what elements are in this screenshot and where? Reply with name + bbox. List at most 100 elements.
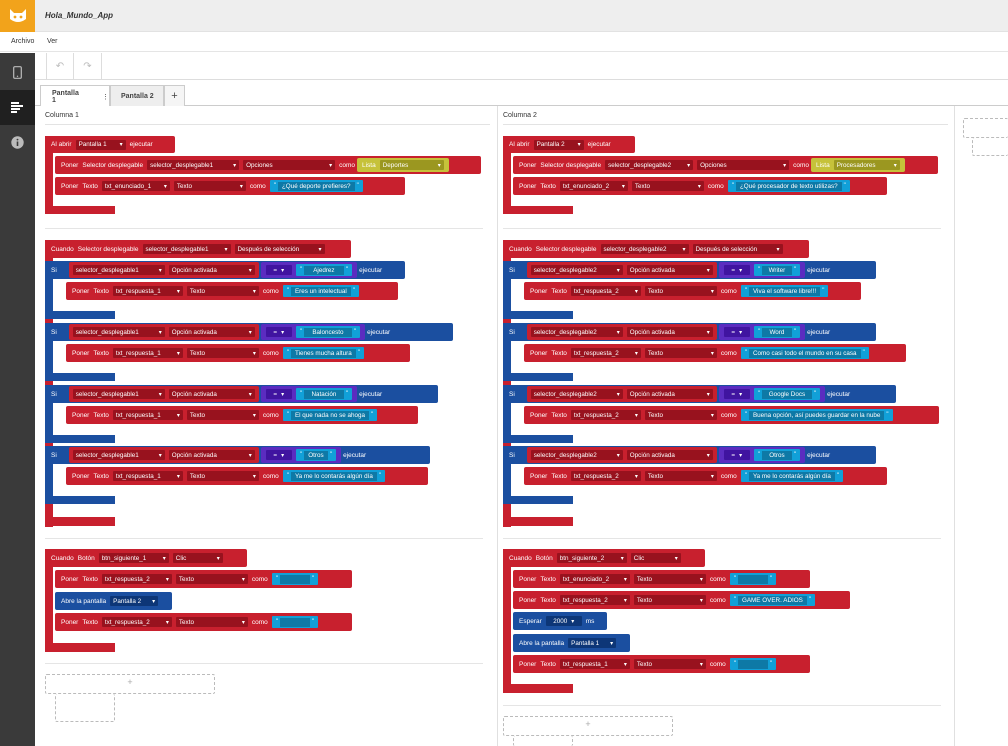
compare-block[interactable]: ="Natación" <box>260 386 358 402</box>
component-dropdown[interactable]: btn_siguiente_2 <box>556 553 627 563</box>
compare-block[interactable]: ="Otros" <box>718 447 806 463</box>
set-text-block[interactable]: Poner Texto txt_respuesta_2 Texto como "… <box>55 613 352 631</box>
property-dropdown[interactable]: Texto <box>186 410 259 420</box>
property-dropdown[interactable]: Texto <box>644 286 717 296</box>
component-dropdown[interactable]: selector_desplegable2 <box>530 389 623 399</box>
wait-block[interactable]: Esperar 2000 ms <box>513 612 607 630</box>
list-block[interactable]: Lista Deportes <box>356 158 449 172</box>
component-dropdown[interactable]: txt_respuesta_1 <box>112 348 183 358</box>
text-literal[interactable]: " " <box>271 616 319 628</box>
get-property-block[interactable]: selector_desplegable2Opción activada <box>526 386 717 402</box>
menu-archivo[interactable]: Archivo <box>11 38 34 45</box>
set-list-block[interactable]: Poner Selector desplegable selector_desp… <box>513 156 938 174</box>
component-dropdown[interactable]: selector_desplegable1 <box>72 389 165 399</box>
text-literal[interactable]: " Writer " <box>753 264 801 276</box>
property-dropdown[interactable]: Texto <box>644 471 717 481</box>
component-dropdown[interactable]: selector_desplegable2 <box>600 244 689 254</box>
open-screen-block[interactable]: Abre la pantalla Pantalla 1 <box>513 634 630 652</box>
event-dropdown[interactable]: Clic <box>630 553 681 563</box>
get-property-block[interactable]: selector_desplegable2Opción activada <box>526 262 717 278</box>
property-dropdown[interactable]: Texto <box>644 348 717 358</box>
set-text-block[interactable]: PonerTextotxt_respuesta_1Textocomo"Tiene… <box>66 344 410 362</box>
if-header[interactable]: Siselector_desplegable1Opción activada="… <box>45 261 405 279</box>
text-value-empty[interactable] <box>279 574 310 584</box>
compare-block[interactable]: ="Writer" <box>718 262 806 278</box>
text-literal[interactable]: " Ya me lo contarás algún día " <box>740 470 844 482</box>
property-dropdown[interactable]: Texto <box>175 574 248 584</box>
component-dropdown[interactable]: txt_respuesta_2 <box>101 574 172 584</box>
operator-dropdown[interactable]: = <box>265 327 292 337</box>
text-value[interactable]: ¿Qué procesador de texto utilizas? <box>735 181 842 191</box>
component-dropdown[interactable]: txt_respuesta_1 <box>112 410 183 420</box>
if-header[interactable]: Siselector_desplegable1Opción activada="… <box>45 323 453 341</box>
text-value[interactable]: Word <box>761 327 792 337</box>
component-dropdown[interactable]: txt_respuesta_2 <box>570 410 641 420</box>
set-list-block[interactable]: Poner Selector desplegable selector_desp… <box>55 156 481 174</box>
component-dropdown[interactable]: txt_respuesta_2 <box>570 348 641 358</box>
property-dropdown[interactable]: Texto <box>175 617 248 627</box>
text-literal[interactable]: " El que nada no se ahoga " <box>282 409 378 421</box>
redo-button[interactable]: ↷ <box>74 53 102 79</box>
property-dropdown[interactable]: Opción activada <box>168 450 255 460</box>
component-dropdown[interactable]: txt_enunciado_1 <box>101 181 170 191</box>
tab-pantalla-2[interactable]: Pantalla 2 <box>110 85 164 106</box>
add-tab-button[interactable]: + <box>164 85 185 106</box>
text-value[interactable]: Google Docs <box>761 389 812 399</box>
screen-dropdown[interactable]: Pantalla 2 <box>110 596 159 606</box>
screen-dropdown[interactable]: Pantalla 1 <box>568 638 617 648</box>
component-dropdown[interactable]: selector_desplegable2 <box>530 327 623 337</box>
empty-block-slot[interactable]: + <box>503 716 673 736</box>
set-text-block[interactable]: Poner Texto txt_enunciado_2 Texto como "… <box>513 570 810 588</box>
property-dropdown[interactable]: Texto <box>633 574 706 584</box>
set-text-block[interactable]: Poner Texto txt_enunciado_2 Texto como "… <box>513 177 887 195</box>
get-property-block[interactable]: selector_desplegable1Opción activada <box>68 386 259 402</box>
set-text-block[interactable]: Poner Texto txt_respuesta_1 Texto como "… <box>513 655 810 673</box>
text-literal[interactable]: " " <box>271 573 319 585</box>
property-dropdown[interactable]: Texto <box>631 181 704 191</box>
list-dropdown[interactable]: Deportes <box>379 160 444 170</box>
property-dropdown[interactable]: Opción activada <box>168 389 255 399</box>
text-literal[interactable]: " Word " <box>753 326 801 338</box>
set-text-block[interactable]: PonerTextotxt_respuesta_1Textocomo"El qu… <box>66 406 418 424</box>
text-literal[interactable]: " ¿Qué deporte prefieres? " <box>269 180 363 192</box>
screen-dropdown[interactable]: Pantalla 2 <box>533 139 584 150</box>
component-dropdown[interactable]: btn_siguiente_1 <box>98 553 169 563</box>
text-value[interactable]: ¿Qué deporte prefieres? <box>277 181 355 191</box>
component-dropdown[interactable]: txt_respuesta_1 <box>112 286 183 296</box>
menu-ver[interactable]: Ver <box>47 38 58 45</box>
text-literal[interactable]: " Ya me lo contarás algún día " <box>282 470 386 482</box>
text-literal[interactable]: " Como casi todo el mundo en su casa " <box>740 347 869 359</box>
compare-block[interactable]: ="Baloncesto" <box>260 324 366 340</box>
component-dropdown[interactable]: txt_respuesta_2 <box>559 595 630 605</box>
text-value[interactable]: Viva el software libre!!! <box>748 286 821 296</box>
operator-dropdown[interactable]: = <box>723 265 750 275</box>
property-dropdown[interactable]: Texto <box>186 286 259 296</box>
set-text-block[interactable]: PonerTextotxt_respuesta_1Textocomo"Ya me… <box>66 467 428 485</box>
list-dropdown[interactable]: Procesadores <box>833 160 900 170</box>
operator-dropdown[interactable]: = <box>723 327 750 337</box>
wait-ms-input[interactable]: 2000 <box>545 616 582 626</box>
text-value-empty[interactable] <box>279 617 310 627</box>
component-dropdown[interactable]: selector_desplegable1 <box>72 450 165 460</box>
text-value[interactable]: Baloncesto <box>303 327 352 337</box>
if-header[interactable]: Siselector_desplegable2Opción activada="… <box>503 323 876 341</box>
if-header[interactable]: Siselector_desplegable2Opción activada="… <box>503 261 876 279</box>
component-dropdown[interactable]: txt_enunciado_2 <box>559 574 630 584</box>
block-header[interactable]: Al abrir Pantalla 1 ejecutar <box>45 136 175 153</box>
text-literal[interactable]: " Google Docs " <box>753 388 821 400</box>
block-header[interactable]: Cuando Selector desplegable selector_des… <box>503 240 809 258</box>
property-dropdown[interactable]: Opción activada <box>626 327 713 337</box>
property-dropdown[interactable]: Opción activada <box>626 389 713 399</box>
component-dropdown[interactable]: selector_desplegable1 <box>142 244 231 254</box>
get-property-block[interactable]: selector_desplegable1Opción activada <box>68 324 259 340</box>
event-dropdown[interactable]: Después de selección <box>234 244 325 254</box>
if-header[interactable]: Siselector_desplegable2Opción activada="… <box>503 385 896 403</box>
operator-dropdown[interactable]: = <box>265 389 292 399</box>
component-dropdown[interactable]: selector_desplegable2 <box>605 160 694 170</box>
set-text-block[interactable]: Poner Texto txt_enunciado_1 Texto como "… <box>55 177 405 195</box>
compare-block[interactable]: ="Ajedrez" <box>260 262 358 278</box>
text-literal[interactable]: " Otros " <box>753 449 801 461</box>
text-literal[interactable]: " Viva el software libre!!! " <box>740 285 829 297</box>
property-dropdown[interactable]: Opción activada <box>168 327 255 337</box>
component-dropdown[interactable]: selector_desplegable2 <box>530 265 623 275</box>
